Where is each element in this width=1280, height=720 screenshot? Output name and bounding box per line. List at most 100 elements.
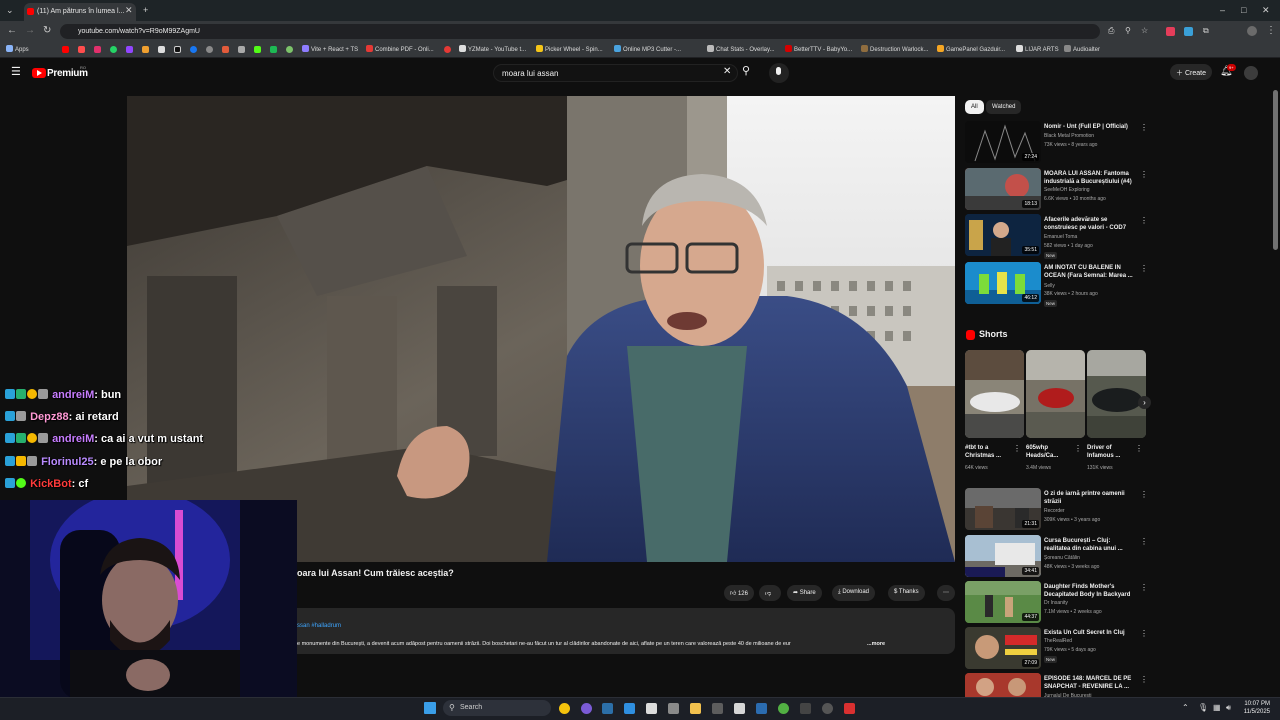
recommendation-thumbnail[interactable]: 27:09 [965, 627, 1041, 669]
short-menu-icon[interactable]: ⋮ [1135, 444, 1143, 453]
browser-menu-icon[interactable]: ⋮ [1266, 25, 1276, 37]
steam-taskbar-icon[interactable] [602, 703, 613, 714]
recommendation-thumbnail[interactable]: 21:31 [965, 488, 1041, 530]
bookmark-icon-14[interactable] [270, 46, 277, 53]
recommendation-menu-icon[interactable]: ⋮ [1140, 123, 1148, 132]
short-title[interactable]: #tbt to a Christmas ... [965, 444, 1011, 460]
bookmark-icon-2[interactable] [78, 46, 85, 53]
bookmark-chat-stats[interactable]: Chat Stats - Overlay... [707, 45, 775, 53]
search-input[interactable]: moara lui assan [493, 64, 738, 82]
recommendation-thumbnail[interactable]: 44:37 [965, 581, 1041, 623]
short-thumbnail[interactable] [1087, 350, 1146, 438]
tab-close-icon[interactable]: ✕ [125, 4, 133, 16]
recommendation-title[interactable]: Afacerile adevărate se construiesc pe va… [1044, 216, 1136, 232]
search-clear-icon[interactable]: ✕ [723, 67, 731, 77]
recommendation-channel[interactable]: Black Metal Promotion [1044, 133, 1136, 140]
bookmark-facebook-icon[interactable] [190, 46, 197, 53]
recommendation-menu-icon[interactable]: ⋮ [1140, 170, 1148, 179]
short-title[interactable]: 605whp Heads/Ca... [1026, 444, 1072, 460]
reload-icon[interactable]: ↻ [43, 25, 51, 37]
recommendation-menu-icon[interactable]: ⋮ [1140, 583, 1148, 592]
more-actions-button[interactable]: ⋯ [937, 585, 955, 601]
create-button[interactable]: ＋ Create [1170, 64, 1212, 80]
short-menu-icon[interactable]: ⋮ [1074, 444, 1082, 453]
bookmark-x-icon[interactable] [158, 46, 165, 53]
short-menu-icon[interactable]: ⋮ [1013, 444, 1021, 453]
bookmark-kick-icon[interactable] [254, 46, 261, 53]
recommendation-channel[interactable]: Dr Insanity [1044, 600, 1136, 607]
volume-icon[interactable]: 🔊︎ [1226, 703, 1231, 713]
bookmark-audioalter[interactable]: Audioalter [1064, 45, 1100, 53]
back-icon[interactable]: ← [7, 25, 17, 37]
account-avatar[interactable] [1244, 66, 1258, 80]
recommendation-thumbnail[interactable]: 18:13 [965, 168, 1041, 210]
recommendation-menu-icon[interactable]: ⋮ [1140, 537, 1148, 546]
recommendation-title[interactable]: AM INOTAT CU BALENE IN OCEAN (Fara Semna… [1044, 264, 1136, 280]
chrome-taskbar-icon[interactable] [559, 703, 570, 714]
bookmark-apps[interactable]: Apps [6, 45, 29, 53]
bookmark-whatsapp-icon[interactable] [110, 46, 117, 53]
recommendation-channel[interactable]: Recorder [1044, 508, 1136, 515]
app-taskbar-icon-6[interactable] [800, 703, 811, 714]
url-input[interactable]: youtube.com/watch?v=R9oM99ZAgmU [60, 24, 1100, 39]
xbox-taskbar-icon[interactable] [778, 703, 789, 714]
extensions-puzzle-icon[interactable]: ⧉ [1203, 25, 1209, 37]
bookmark-star-icon[interactable]: ☆ [1141, 25, 1148, 37]
bookmark-mp3-cutter[interactable]: Online MP3 Cutter -... [614, 45, 681, 53]
recommendation-title[interactable]: Nomir - Unt (Full EP | Official) [1044, 123, 1136, 131]
tray-overflow-icon[interactable]: ⌃ [1182, 703, 1189, 712]
bookmark-icon-10[interactable] [206, 46, 213, 53]
tray-mic-icon[interactable]: 🎙︎ [1198, 703, 1208, 712]
new-tab-icon[interactable]: + [143, 4, 148, 16]
recommendation-channel[interactable]: Selly [1044, 283, 1136, 290]
clock-time[interactable]: 10:07 PM [1240, 701, 1270, 707]
install-icon[interactable]: ⎙ [1108, 25, 1114, 37]
recommendation-channel[interactable]: Emanuel Toma [1044, 234, 1136, 241]
app-taskbar-icon-7[interactable] [844, 703, 855, 714]
bookmark-icon-11[interactable] [222, 46, 229, 53]
browser-tab-active[interactable]: (11) Am pătruns în lumea l... [24, 3, 136, 21]
bookmark-twitch-icon[interactable] [126, 46, 133, 53]
vscode-taskbar-icon[interactable] [624, 703, 635, 714]
page-scrollbar[interactable] [1273, 90, 1278, 250]
short-thumbnail[interactable] [1026, 350, 1085, 438]
obs-taskbar-icon[interactable] [822, 703, 833, 714]
recommendation-title[interactable]: Cursa București – Cluj: realitatea din c… [1044, 537, 1136, 553]
bookmark-lijar-arts[interactable]: LIJAR ARTS [1016, 45, 1059, 53]
file-explorer-taskbar-icon[interactable] [690, 703, 701, 714]
recommendation-title[interactable]: EPISODE 148: MARCEL DE PE SNAPCHAT - REV… [1044, 675, 1136, 691]
bookmark-icon-18[interactable] [444, 46, 451, 53]
filter-chip-watched[interactable]: Watched [986, 100, 1022, 114]
recommendation-thumbnail[interactable]: 35:51 [965, 214, 1041, 256]
hamburger-menu-icon[interactable]: ☰ [11, 67, 21, 78]
taskbar-search[interactable]: ⚲ Search [443, 700, 551, 716]
recommendation-title[interactable]: Exista Un Cult Secret In Cluj [1044, 629, 1136, 637]
windows-start-icon[interactable] [424, 702, 436, 714]
window-maximize-icon[interactable]: □ [1241, 4, 1246, 16]
recommendation-thumbnail[interactable]: 46:12 [965, 262, 1041, 304]
discord-taskbar-icon[interactable] [581, 703, 592, 714]
shorts-next-arrow-icon[interactable]: › [1138, 396, 1151, 409]
bookmark-betterttv[interactable]: BetterTTV - BabyYo... [785, 45, 852, 53]
bookmark-picker-wheel[interactable]: Picker Wheel - Spin... [536, 45, 603, 53]
recommendation-title[interactable]: MOARA LUI ASSAN: Fantoma industrială a B… [1044, 170, 1136, 186]
network-icon[interactable]: ▦ [1213, 703, 1221, 712]
thanks-button[interactable]: $ Thanks [888, 585, 925, 601]
recommendation-channel[interactable]: SeeMeOH Exploring [1044, 187, 1136, 194]
bookmark-tiktok-icon[interactable] [174, 46, 181, 53]
download-button[interactable]: ⤓ Download [832, 585, 876, 601]
app-taskbar-icon-2[interactable] [668, 703, 679, 714]
recommendation-title[interactable]: O zi de iarnă printre oamenii străzii [1044, 490, 1136, 506]
bookmark-destruction-warlock[interactable]: Destruction Warlock... [861, 45, 928, 53]
window-close-icon[interactable]: ✕ [1262, 4, 1270, 16]
recommendation-thumbnail[interactable] [965, 673, 1041, 697]
tab-search-icon[interactable]: ⌄ [6, 4, 14, 16]
short-thumbnail[interactable] [965, 350, 1024, 438]
description-more-link[interactable]: ...more [867, 641, 885, 647]
recommendation-menu-icon[interactable]: ⋮ [1140, 216, 1148, 225]
bookmark-gamepanel[interactable]: GamePanel Gazduir... [937, 45, 1005, 53]
profile-avatar[interactable] [1247, 26, 1257, 36]
bookmark-icon-6[interactable] [142, 46, 149, 53]
recommendation-thumbnail[interactable]: 34:41 [965, 535, 1041, 577]
recommendation-menu-icon[interactable]: ⋮ [1140, 264, 1148, 273]
